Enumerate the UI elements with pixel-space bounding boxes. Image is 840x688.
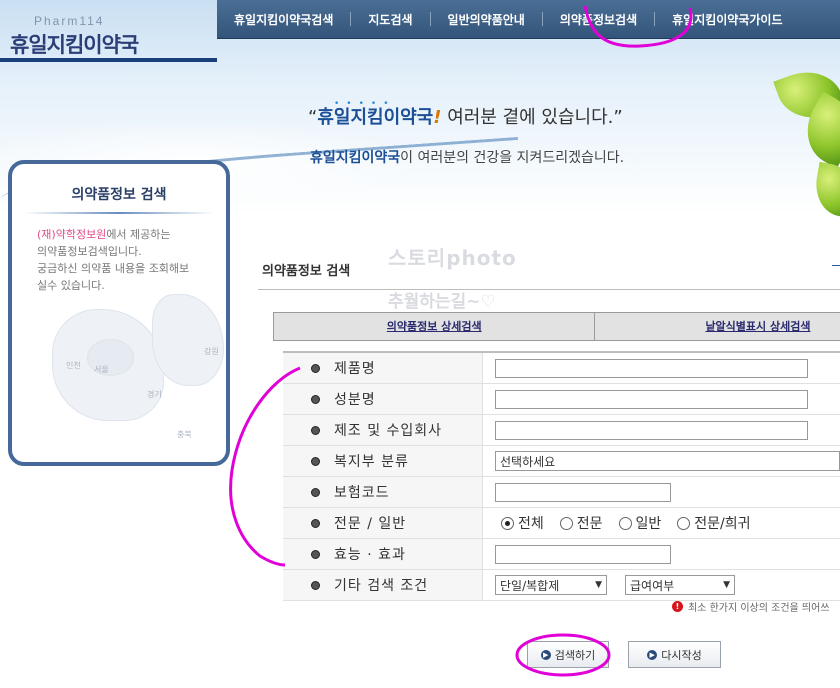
banner-subtext: 휴일지킴이약국이 여러분의 건강을 지켜드리겠습니다. (310, 150, 625, 166)
radio-prescription[interactable]: 전문 (559, 513, 603, 533)
nav-item-pharmacy-guide[interactable]: 휴일지킴이약국가이드 (655, 11, 799, 28)
category-select[interactable]: 선택하세요 (495, 451, 840, 471)
nav-item-otc-guide[interactable]: 일반의약품안내 (431, 11, 542, 28)
warning-icon: ! (672, 601, 683, 612)
form-row-category: 복지부 분류 선택하세요 (283, 446, 840, 477)
reset-button[interactable]: ▶ 다시작성 (628, 641, 721, 668)
logo-subtitle: Pharm114 (34, 14, 105, 28)
search-notice: ! 최소 한가지 이상의 조건을 띄어쓰 (672, 599, 830, 614)
content-title: 의약품정보 검색 (262, 264, 351, 279)
watermark-bottom: 추월하는길~♡ (388, 292, 496, 312)
form-row-efficacy: 효능 · 효과 (283, 539, 840, 570)
map-label-gangwon: 강원 (204, 347, 219, 356)
nav-item-drug-info-search[interactable]: 의약품정보검색 (543, 11, 654, 28)
tab-pill-identification-search[interactable]: 낱알식별표시 상세검색 (595, 312, 840, 341)
bullet-icon (311, 425, 320, 435)
tab-drug-detail-search[interactable]: 의약품정보 상세검색 (273, 312, 596, 341)
form-row-other-conditions: 기타 검색 조건 단일/복합제 ▼ 급여여부 ▼ (283, 570, 840, 601)
nav-item-holiday-pharmacy[interactable]: 휴일지킴이약국검색 (217, 11, 350, 28)
radio-unchecked-icon (677, 516, 691, 530)
field-label: 보험코드 (334, 485, 390, 501)
search-tabs: 의약품정보 상세검색 낱알식별표시 상세검색 (273, 312, 840, 341)
radio-all[interactable]: 전체 (501, 513, 544, 533)
sidebar-divider (24, 212, 214, 214)
compound-type-select[interactable]: 단일/복합제 ▼ (495, 575, 607, 595)
form-row-product-name: 제품명 (283, 353, 840, 384)
form-row-insurance-code: 보험코드 (283, 477, 840, 508)
radio-unchecked-icon (618, 516, 632, 530)
benefit-select[interactable]: 급여여부 ▼ (625, 575, 735, 595)
map-label-seoul: 서울 (94, 365, 109, 374)
sidebar-info-box: 의약품정보 검색 (재)약학정보원에서 제공하는 의약품정보검색입니다. 궁금하… (8, 160, 230, 466)
form-row-manufacturer: 제조 및 수입회사 (283, 415, 840, 446)
radio-otc[interactable]: 일반 (618, 513, 661, 533)
field-label: 복지부 분류 (334, 454, 409, 470)
field-label: 기타 검색 조건 (334, 578, 429, 594)
watermark-top: 스토리photo (388, 246, 517, 270)
nav-item-map-search[interactable]: 지도검색 (351, 11, 429, 28)
efficacy-input[interactable] (495, 544, 671, 564)
banner-slogan: “휴일지킴이약국! 여러분 곁에 있습니다.” (308, 107, 623, 128)
slogan-brand: 휴일지킴이약국 (317, 107, 434, 128)
radio-unchecked-icon (559, 516, 573, 530)
arrow-right-icon: ▶ (540, 649, 551, 660)
insurance-code-input[interactable] (495, 482, 671, 502)
ingredient-input[interactable] (495, 389, 808, 409)
arrow-right-icon: ▶ (647, 649, 658, 660)
form-row-ingredient: 성분명 (283, 384, 840, 415)
field-label: 효능 · 효과 (334, 547, 406, 563)
region-map: 인천 서울 강원 경기 충북 (32, 284, 224, 439)
title-dash (832, 265, 840, 266)
form-row-prescription-type: 전문 / 일반 전체 전문 일반 전문/희귀 (283, 508, 840, 539)
logo-title: 휴일지킴이약국 (10, 33, 139, 57)
top-navigation: 휴일지킴이약국검색 지도검색 일반의약품안내 의약품정보검색 휴일지킴이약국가이… (217, 0, 840, 39)
logo-underline (0, 58, 217, 62)
field-label: 제조 및 수입회사 (334, 423, 443, 439)
chevron-down-icon: ▼ (723, 580, 730, 590)
product-name-input[interactable] (495, 358, 808, 378)
field-label: 성분명 (334, 392, 376, 408)
site-logo[interactable]: Pharm114 휴일지킴이약국 (0, 0, 217, 62)
field-label: 전문 / 일반 (334, 516, 407, 532)
bullet-icon (311, 363, 320, 373)
bullet-icon (311, 580, 320, 590)
bullet-icon (311, 456, 320, 466)
manufacturer-input[interactable] (495, 420, 808, 440)
bullet-icon (311, 487, 320, 497)
bullet-icon (311, 518, 320, 528)
map-label-gyeonggi: 경기 (147, 390, 162, 399)
search-form: 제품명 성분명 제조 및 수입회사 복지부 분류 선택하세요 보험코드 전문 /… (283, 351, 840, 601)
sidebar-title: 의약품정보 검색 (71, 187, 167, 203)
chevron-down-icon: ▼ (595, 580, 602, 590)
map-label-incheon: 인천 (66, 361, 81, 370)
radio-rare[interactable]: 전문/희귀 (677, 513, 751, 533)
map-label-chungbuk: 충북 (177, 430, 192, 439)
content-divider (258, 289, 840, 290)
search-button[interactable]: ▶ 검색하기 (527, 641, 609, 668)
radio-checked-icon (501, 516, 514, 530)
bullet-icon (311, 549, 320, 559)
field-label: 제품명 (334, 361, 376, 377)
sidebar-org-link[interactable]: (재)약학정보원 (37, 228, 106, 241)
bullet-icon (311, 394, 320, 404)
